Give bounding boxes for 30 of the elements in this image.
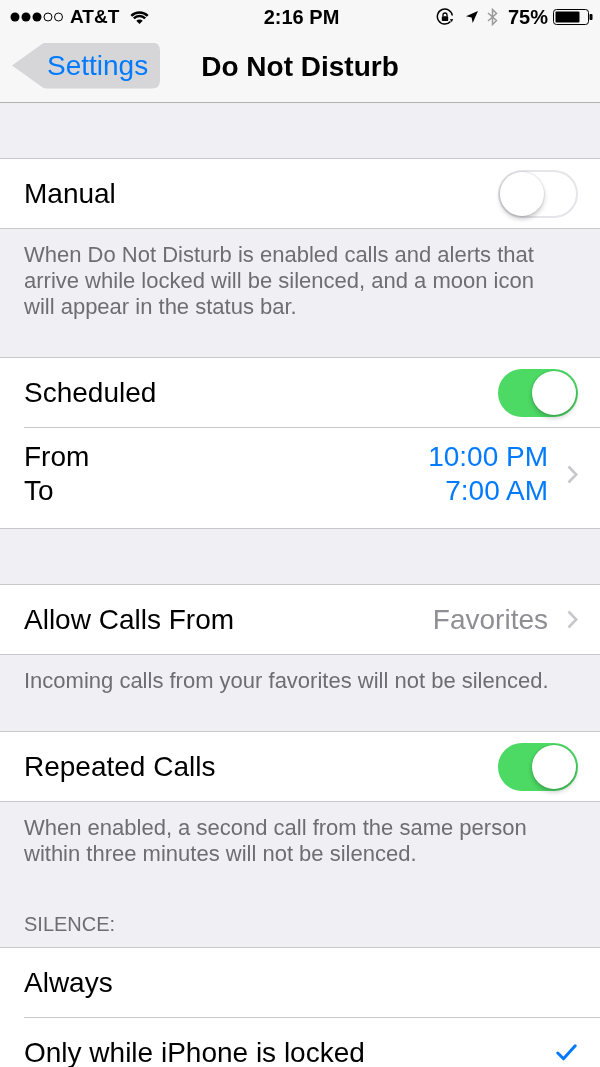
toggle-switch[interactable] (498, 742, 578, 791)
carrier-label: AT&T (70, 6, 120, 28)
setting-label: Allow Calls From (24, 603, 236, 636)
nav-title: Do Not Disturb (201, 51, 399, 83)
setting-label: Repeated Calls (24, 750, 217, 783)
option-row[interactable]: Always (24, 969, 578, 996)
toggle-switch[interactable] (498, 169, 578, 218)
chevron-icon (567, 610, 578, 629)
wifi-icon (130, 10, 150, 24)
section-header: SILENCE: (23, 912, 117, 937)
battery-percent: 75% (507, 6, 548, 28)
time-value: 10:00 PM (428, 440, 548, 474)
setting-label: From (24, 440, 91, 474)
setting-value: Favorites (432, 603, 548, 636)
chevron-icon (567, 464, 578, 484)
toggle-switch[interactable] (498, 368, 578, 417)
bluetooth-icon (486, 8, 498, 26)
rotation-lock-icon (435, 8, 454, 26)
footer-note: When Do Not Disturb is enabled calls and alerts that arrive while locked will be silenced, and a moon icon will appear in the status bar. (23, 241, 535, 321)
status-time: 2:16 PM (263, 6, 340, 28)
footer-note: When enabled, a second call from the same person within three minutes will not be silenced. (23, 814, 528, 868)
time-value: 7:00 AM (445, 474, 548, 508)
option-row[interactable]: Only while iPhone is locked (24, 1039, 578, 1066)
footer-note: Incoming calls from your favorites will not be silenced. (23, 667, 550, 695)
setting-label: To (24, 474, 55, 508)
location-arrow-icon (465, 11, 478, 23)
battery-icon (553, 9, 593, 25)
setting-label: Scheduled (24, 376, 158, 409)
setting-label: Manual (24, 177, 117, 210)
signal-icon (10, 12, 63, 22)
